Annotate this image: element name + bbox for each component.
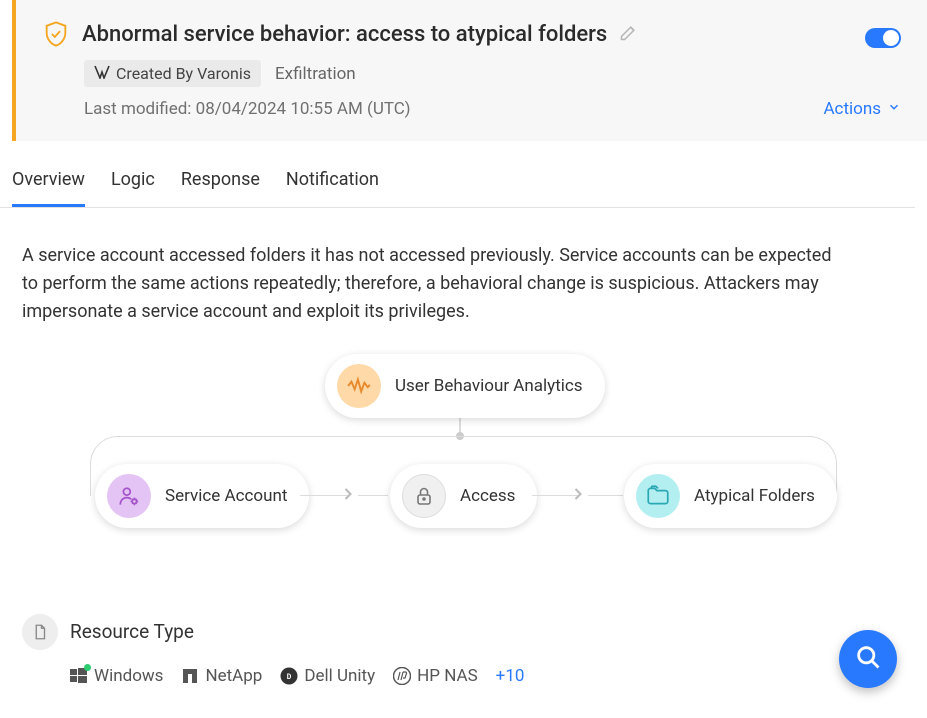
chevron-right-icon (338, 484, 358, 508)
section-title: Resource Type (70, 620, 194, 643)
resource-item-windows: Windows (70, 666, 163, 686)
resource-type-section: Resource Type Windows NetApp D Dell Unit… (0, 594, 927, 716)
created-by-text: Created By Varonis (116, 64, 251, 83)
tab-response[interactable]: Response (181, 169, 260, 207)
title-row: Abnormal service behavior: access to aty… (42, 20, 901, 48)
node-access: Access (390, 464, 537, 528)
node-label: User Behaviour Analytics (395, 376, 583, 396)
section-header: Resource Type (22, 614, 905, 650)
page-title: Abnormal service behavior: access to aty… (82, 22, 607, 47)
connector-line (358, 495, 388, 496)
chevron-down-icon (887, 99, 901, 119)
analytics-icon (337, 364, 381, 408)
svg-text:D: D (287, 673, 292, 681)
actions-dropdown[interactable]: Actions (823, 99, 901, 119)
actions-label: Actions (823, 99, 881, 119)
edit-icon[interactable] (619, 22, 639, 46)
resource-more-link[interactable]: +10 (496, 666, 525, 686)
user-gear-icon (107, 474, 151, 518)
category-text: Exfiltration (275, 64, 356, 84)
varonis-logo-icon (94, 64, 110, 83)
resource-item-netapp: NetApp (181, 666, 262, 686)
tab-overview[interactable]: Overview (12, 169, 85, 207)
node-analytics: User Behaviour Analytics (325, 354, 605, 418)
last-modified-text: Last modified: 08/04/2024 10:55 AM (UTC) (84, 99, 411, 119)
resource-label: Windows (94, 666, 163, 686)
description-text: A service account accessed folders it ha… (0, 208, 880, 336)
node-atypical-folders: Atypical Folders (624, 464, 837, 528)
tabs-bar: Overview Logic Response Notification (0, 141, 915, 208)
node-label: Service Account (165, 486, 287, 506)
lock-icon (402, 474, 446, 518)
tab-logic[interactable]: Logic (111, 169, 155, 207)
alert-header-card: Abnormal service behavior: access to aty… (12, 0, 927, 141)
resource-list: Windows NetApp D Dell Unity HP NAS +10 (70, 666, 905, 686)
netapp-icon (181, 667, 199, 685)
node-label: Atypical Folders (694, 486, 815, 506)
resource-label: Dell Unity (304, 666, 375, 686)
behavior-diagram: User Behaviour Analytics Service Account… (0, 354, 927, 594)
enable-toggle[interactable] (865, 28, 901, 48)
connector-line (588, 495, 623, 496)
shield-icon (42, 20, 70, 48)
tab-notification[interactable]: Notification (286, 169, 379, 207)
chevron-right-icon (568, 484, 588, 508)
resource-item-hp-nas: HP NAS (393, 666, 478, 686)
search-fab[interactable] (839, 630, 897, 688)
resource-item-dell-unity: D Dell Unity (280, 666, 375, 686)
meta-row: Last modified: 08/04/2024 10:55 AM (UTC)… (84, 99, 901, 119)
resource-label: HP NAS (417, 666, 478, 686)
windows-icon (70, 667, 88, 685)
hp-icon (393, 667, 411, 685)
search-icon (854, 643, 882, 675)
tags-row: Created By Varonis Exfiltration (84, 60, 901, 87)
dell-icon: D (280, 667, 298, 685)
node-service-account: Service Account (95, 464, 309, 528)
created-by-tag: Created By Varonis (84, 60, 261, 87)
resource-label: NetApp (205, 666, 262, 686)
folder-icon (636, 474, 680, 518)
document-icon (22, 614, 58, 650)
node-label: Access (460, 486, 515, 506)
